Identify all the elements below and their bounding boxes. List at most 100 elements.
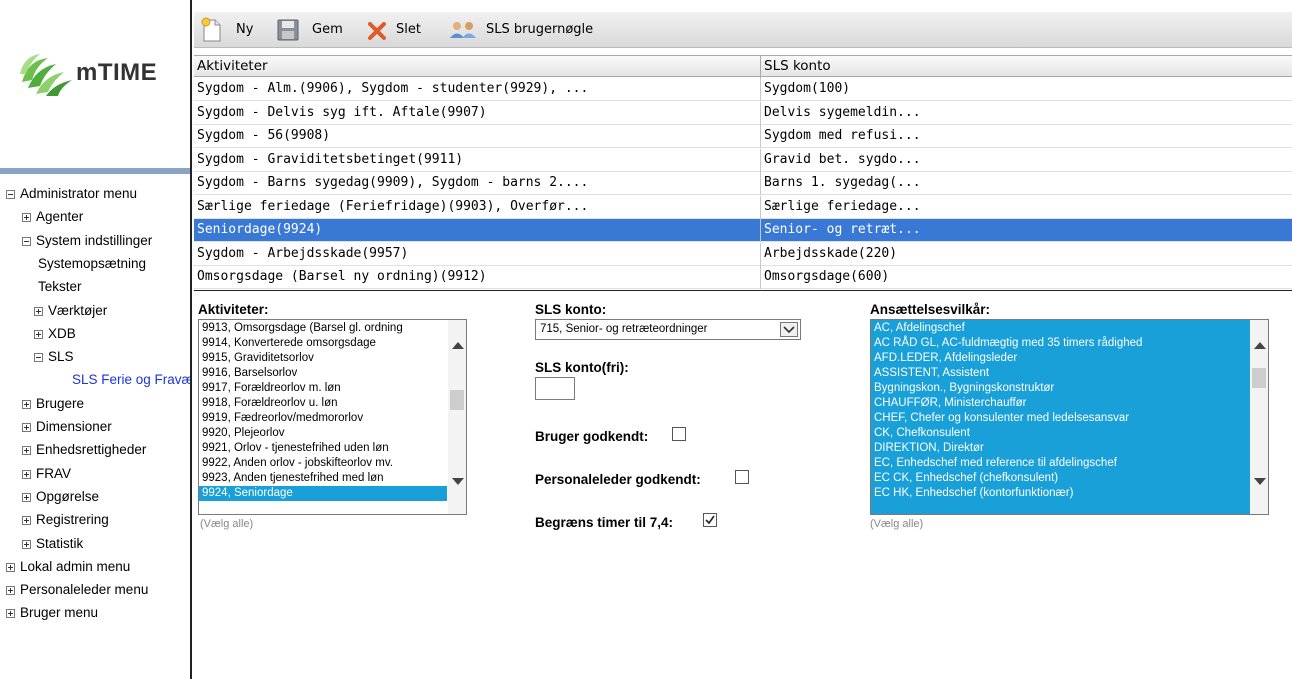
nav-item-lokal-admin-menu[interactable]: Lokal admin menu [6,556,130,578]
list-item[interactable]: 9921, Orlov - tjenestefrihed uden løn [199,441,447,456]
list-item[interactable]: 9924, Seniordage [199,486,447,501]
aktiviteter-scrollbar[interactable] [448,320,466,514]
nav-item-label: Personaleleder menu [20,582,149,598]
table-row[interactable]: Sygdom - Graviditetsbetinget(9911) Gravid… [194,148,1292,172]
plus-box-icon[interactable] [22,516,31,526]
list-item[interactable]: 9917, Forældreorlov m. løn [199,381,447,396]
nav-item-opgørelse[interactable]: Opgørelse [22,486,99,508]
plus-box-icon[interactable] [22,446,31,456]
new-button-label: Ny [236,22,254,37]
list-item[interactable]: CHAUFFØR, Ministerchauffør [871,396,1251,411]
minus-box-icon[interactable] [22,236,31,246]
column-header-sls-konto[interactable]: SLS konto [761,56,1291,76]
table-row[interactable]: Sygdom - Arbejdsskade(9957) Arbejdsskade(… [194,242,1292,266]
ansaettelse-scrollbar[interactable] [1250,320,1268,514]
list-item[interactable]: EC HK, Enhedschef (kontorfunktionær) [871,486,1251,501]
list-item[interactable]: DIREKTION, Direktør [871,441,1251,456]
sls-user-key-button[interactable]: SLS brugernøgle [448,12,608,48]
delete-button[interactable]: Slet [366,12,428,48]
new-button[interactable]: Ny [200,12,258,48]
nav-item-label: Lokal admin menu [20,558,131,574]
plus-box-icon[interactable] [22,469,31,479]
list-item[interactable]: 9922, Anden orlov - jobskifteorlov mv. [199,456,447,471]
column-header-aktiviteter[interactable]: Aktiviteter [194,56,760,76]
nav-item-label: System indstillinger [36,232,153,248]
list-item[interactable]: 9920, Plejeorlov [199,426,447,441]
nav-item-label: FRAV [36,465,72,481]
scroll-down-arrow-icon[interactable] [452,478,464,485]
plus-box-icon[interactable] [6,562,15,572]
list-item[interactable]: 9923, Anden tjenestefrihed med løn [199,471,447,486]
list-item[interactable]: ASSISTENT, Assistent [871,366,1251,381]
ansaettelsesvilkaar-listbox[interactable]: AC, Afdelingschef AC RÅD GL, AC-fuldmægti… [870,319,1269,515]
sls-konto-select[interactable]: 715, Senior- og retræteordninger [535,319,801,340]
nav-item-brugere[interactable]: Brugere [22,393,84,415]
list-item[interactable]: Bygningskon., Bygningskonstruktør [871,381,1251,396]
table-row[interactable]: Særlige feriedage (Feriefridage)(9903), … [194,195,1292,219]
scroll-thumb[interactable] [1252,368,1266,388]
list-item[interactable]: AC, Afdelingschef [871,321,1251,336]
nav-item-enhedsrettigheder[interactable]: Enhedsrettigheder [22,439,146,461]
scroll-thumb[interactable] [450,390,464,410]
list-item[interactable]: 9915, Graviditetsorlov [199,351,447,366]
table-row[interactable]: Sygdom - 56(9908) Sygdom med refusi... [194,125,1292,148]
list-item[interactable]: 9918, Forældreorlov u. løn [199,396,447,411]
plus-box-icon[interactable] [22,423,31,432]
plus-box-icon[interactable] [22,539,31,549]
nav-item-label: Brugere [36,395,85,411]
nav-item-registrering[interactable]: Registrering [22,509,109,531]
plus-box-icon[interactable] [6,609,15,619]
list-item[interactable]: CHEF, Chefer og konsulenter med ledelses… [871,411,1251,426]
nav-item-sls-ferie-og-fravær[interactable]: SLS Ferie og Fravær [72,369,190,391]
nav-item-statistik[interactable]: Statistik [22,533,83,555]
select-all-activities-link[interactable]: (Vælg alle) [200,518,253,530]
personaleleder-godkendt-checkbox[interactable] [735,470,749,484]
dropdown-chevron-icon[interactable] [780,322,798,337]
list-item[interactable]: AC RÅD GL, AC-fuldmægtig med 35 timers r… [871,336,1251,351]
nav-item-tekster[interactable]: Tekster [38,276,82,298]
list-item[interactable]: EC CK, Enhedschef (chefkonsulent) [871,471,1251,486]
nav-item-dimensioner[interactable]: Dimensioner [22,416,112,438]
minus-box-icon[interactable] [6,190,15,199]
list-item[interactable]: 9919, Fædreorlov/medmororlov [199,411,447,426]
nav-item-bruger-menu[interactable]: Bruger menu [6,602,98,624]
nav-item-system-indstillinger[interactable]: System indstillinger [22,230,152,252]
aktiviteter-listbox[interactable]: 9913, Omsorgsdage (Barsel gl. ordning 991… [198,319,467,515]
nav-item-administrator-menu[interactable]: Administrator menu [6,183,137,205]
nav-item-værktøjer[interactable]: Værktøjer [34,300,107,322]
plus-box-icon[interactable] [6,586,15,596]
plus-box-icon[interactable] [22,399,31,409]
plus-box-icon[interactable] [34,306,43,316]
nav-item-personaleleder-menu[interactable]: Personaleleder menu [6,579,148,601]
nav-item-sls[interactable]: SLS [34,346,74,368]
save-button[interactable]: Gem [276,12,346,48]
begraens-timer-checkbox[interactable] [703,513,717,527]
minus-box-icon[interactable] [34,353,43,363]
nav-item-systemopsætning[interactable]: Systemopsætning [38,253,146,275]
cell-aktiviteter: Seniordage(9924) [197,222,323,237]
sls-konto-fri-input[interactable] [535,377,575,400]
list-item[interactable]: AFD.LEDER, Afdelingsleder [871,351,1251,366]
scroll-up-arrow-icon[interactable] [1254,342,1266,349]
list-item[interactable]: 9913, Omsorgsdage (Barsel gl. ordning [199,321,447,336]
nav-item-xdb[interactable]: XDB [34,323,76,345]
scroll-up-arrow-icon[interactable] [452,342,464,349]
table-row[interactable]: Omsorgsdage (Barsel ny ordning)(9912) Oms… [194,266,1292,289]
select-all-employment-terms-link[interactable]: (Vælg alle) [870,518,923,530]
list-item[interactable]: 9916, Barselsorlov [199,366,447,381]
bruger-godkendt-checkbox[interactable] [672,427,686,441]
table-row[interactable]: Sygdom - Barns sygedag(9909), Sygdom - b… [194,172,1292,195]
table-row[interactable]: Sygdom - Alm.(9906), Sygdom - studenter(… [194,78,1292,101]
list-item[interactable]: CK, Chefkonsulent [871,426,1251,441]
plus-box-icon[interactable] [22,492,31,502]
list-item[interactable]: EC, Enhedschef med reference til afdelin… [871,456,1251,471]
list-item[interactable]: 9914, Konverterede omsorgsdage [199,336,447,351]
plus-box-icon[interactable] [34,329,43,339]
scroll-down-arrow-icon[interactable] [1254,478,1266,485]
table-row[interactable]: Seniordage(9924) Senior- og retræt... [194,219,1292,242]
nav-item-frav[interactable]: FRAV [22,463,71,485]
nav-item-label: Tekster [38,279,82,295]
nav-item-agenter[interactable]: Agenter [22,206,83,228]
table-row[interactable]: Sygdom - Delvis syg ift. Aftale(9907) Del… [194,101,1292,125]
plus-box-icon[interactable] [22,213,31,223]
